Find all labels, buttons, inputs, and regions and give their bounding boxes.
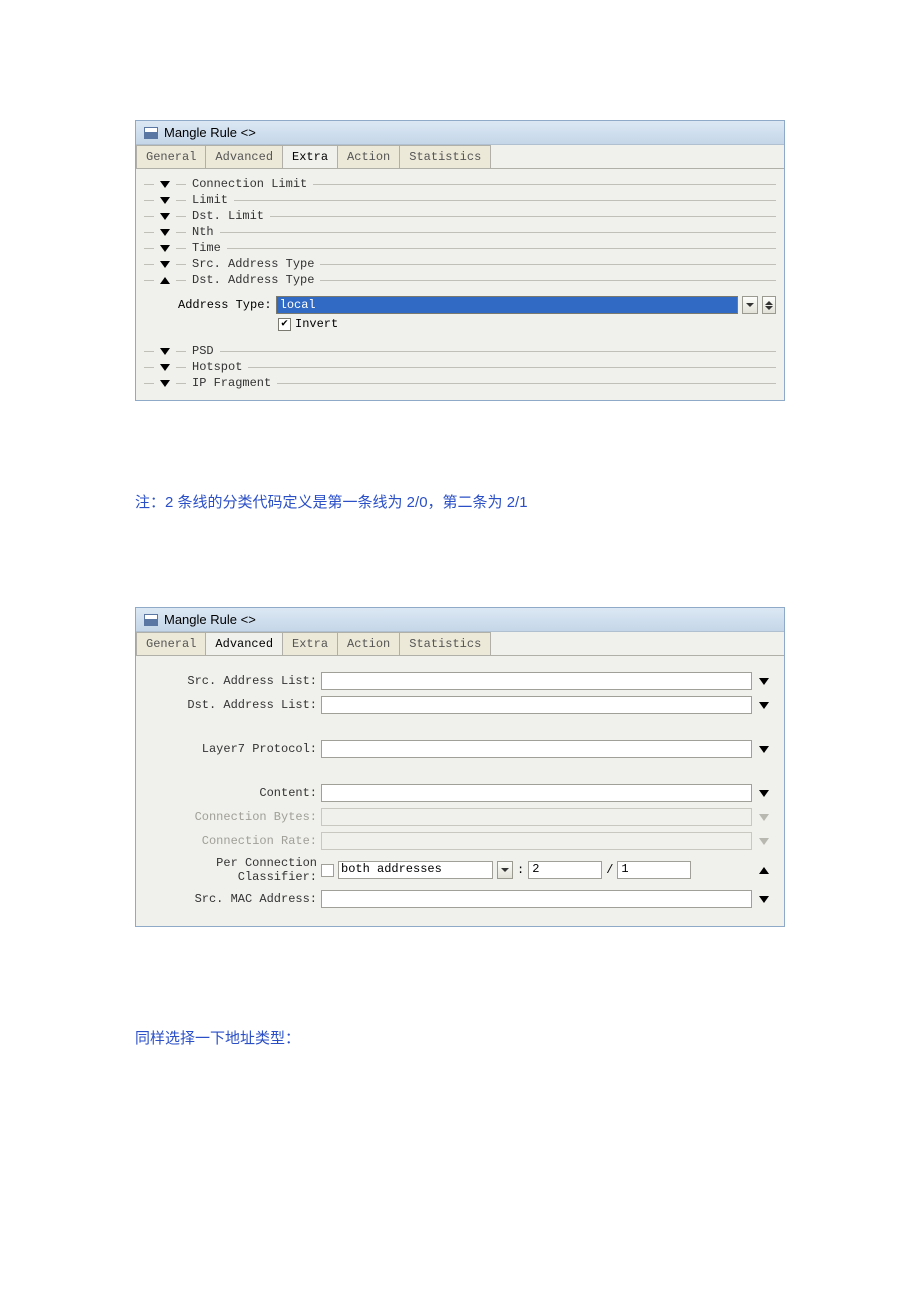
tab-action[interactable]: Action xyxy=(337,145,400,168)
tab-statistics[interactable]: Statistics xyxy=(399,145,491,168)
fold-limit[interactable]: Limit xyxy=(144,193,776,207)
expand-icon xyxy=(756,814,772,821)
address-type-label: Address Type: xyxy=(178,298,272,312)
fold-dst-limit[interactable]: Dst. Limit xyxy=(144,209,776,223)
conn-rate-input xyxy=(321,832,752,850)
chevron-up-icon xyxy=(160,277,170,284)
fold-src-addr-type[interactable]: Src. Address Type xyxy=(144,257,776,271)
note-1: 注：2 条线的分类代码定义是第一条线为 2/0，第二条为 2/1 xyxy=(135,491,785,512)
chevron-down-icon xyxy=(160,181,170,188)
tab-general[interactable]: General xyxy=(136,632,206,655)
titlebar[interactable]: Mangle Rule <> xyxy=(136,608,784,631)
tab-action[interactable]: Action xyxy=(337,632,400,655)
expand-icon[interactable] xyxy=(756,702,772,709)
note-2: 同样选择一下地址类型： xyxy=(135,1027,785,1048)
chevron-down-icon xyxy=(160,197,170,204)
row-src-addr-list: Src. Address List: xyxy=(142,672,772,690)
extra-panel: Connection Limit Limit Dst. Limit Nth Ti… xyxy=(136,168,784,400)
row-dst-addr-list: Dst. Address List: xyxy=(142,696,772,714)
window-content: General Advanced Extra Action Statistics… xyxy=(136,631,784,926)
tab-extra[interactable]: Extra xyxy=(282,145,338,168)
fold-connection-limit[interactable]: Connection Limit xyxy=(144,177,776,191)
tab-advanced[interactable]: Advanced xyxy=(205,145,283,168)
conn-bytes-input xyxy=(321,808,752,826)
chevron-down-icon xyxy=(160,348,170,355)
invert-checkbox[interactable]: ✔ xyxy=(278,318,291,331)
expand-icon[interactable] xyxy=(756,896,772,903)
fold-hotspot[interactable]: Hotspot xyxy=(144,360,776,374)
row-conn-bytes: Connection Bytes: xyxy=(142,808,772,826)
sort-updown-button[interactable] xyxy=(762,296,776,314)
expand-icon xyxy=(756,838,772,845)
mangle-rule-window-2: Mangle Rule <> General Advanced Extra Ac… xyxy=(135,607,785,927)
mangle-rule-window-1: Mangle Rule <> General Advanced Extra Ac… xyxy=(135,120,785,401)
row-pcc: Per Connection Classifier: both addresse… xyxy=(142,856,772,884)
fold-psd[interactable]: PSD xyxy=(144,344,776,358)
row-src-mac: Src. MAC Address: xyxy=(142,890,772,908)
address-type-select[interactable]: local xyxy=(276,296,738,314)
window-content: General Advanced Extra Action Statistics… xyxy=(136,144,784,400)
pcc-remainder-input[interactable]: 1 xyxy=(617,861,691,879)
layer7-input[interactable] xyxy=(321,740,752,758)
tab-advanced[interactable]: Advanced xyxy=(205,632,283,655)
fold-time[interactable]: Time xyxy=(144,241,776,255)
dst-addr-type-body: Address Type: local ✔ Invert xyxy=(144,289,776,342)
chevron-down-icon xyxy=(160,229,170,236)
row-content: Content: xyxy=(142,784,772,802)
window-title: Mangle Rule <> xyxy=(164,125,256,140)
row-layer7: Layer7 Protocol: xyxy=(142,740,772,758)
tab-bar: General Advanced Extra Action Statistics xyxy=(136,145,784,168)
src-mac-input[interactable] xyxy=(321,890,752,908)
src-addr-list-input[interactable] xyxy=(321,672,752,690)
expand-icon[interactable] xyxy=(756,790,772,797)
chevron-down-icon xyxy=(160,380,170,387)
tab-statistics[interactable]: Statistics xyxy=(399,632,491,655)
titlebar[interactable]: Mangle Rule <> xyxy=(136,121,784,144)
window-icon xyxy=(144,127,158,139)
dropdown-button[interactable] xyxy=(742,296,758,314)
tab-extra[interactable]: Extra xyxy=(282,632,338,655)
expand-icon[interactable] xyxy=(756,678,772,685)
window-icon xyxy=(144,614,158,626)
fold-dst-addr-type[interactable]: Dst. Address Type xyxy=(144,273,776,287)
chevron-down-icon xyxy=(160,364,170,371)
chevron-down-icon xyxy=(160,261,170,268)
advanced-panel: Src. Address List: Dst. Address List: La… xyxy=(136,655,784,926)
collapse-icon[interactable] xyxy=(756,867,772,874)
pcc-invert-checkbox[interactable] xyxy=(321,864,334,877)
dst-addr-list-input[interactable] xyxy=(321,696,752,714)
tab-bar: General Advanced Extra Action Statistics xyxy=(136,632,784,655)
row-conn-rate: Connection Rate: xyxy=(142,832,772,850)
pcc-divisor-input[interactable]: 2 xyxy=(528,861,602,879)
content-input[interactable] xyxy=(321,784,752,802)
expand-icon[interactable] xyxy=(756,746,772,753)
chevron-down-icon xyxy=(160,245,170,252)
pcc-mode-select[interactable]: both addresses xyxy=(338,861,493,879)
window-title: Mangle Rule <> xyxy=(164,612,256,627)
fold-ip-fragment[interactable]: IP Fragment xyxy=(144,376,776,390)
chevron-down-icon xyxy=(160,213,170,220)
tab-general[interactable]: General xyxy=(136,145,206,168)
invert-label: Invert xyxy=(295,317,338,331)
fold-nth[interactable]: Nth xyxy=(144,225,776,239)
dropdown-button[interactable] xyxy=(497,861,513,879)
